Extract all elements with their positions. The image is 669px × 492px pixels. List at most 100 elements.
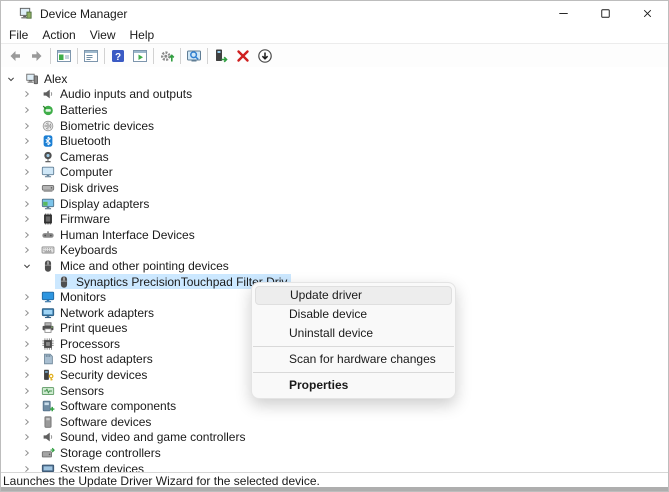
device-search-button[interactable] [183,46,205,66]
cpu-icon [41,337,55,351]
tree-item-audio-inputs-and-outputs[interactable]: Audio inputs and outputs [1,87,668,103]
action-pane-button[interactable] [129,46,151,66]
row-content: Sound, video and game controllers [39,430,249,445]
tree-item-label: Sound, video and game controllers [60,430,245,444]
chevron-collapsed-icon[interactable] [21,166,33,178]
chevron-collapsed-icon[interactable] [21,385,33,397]
action-pane-icon [132,48,148,64]
tree-item-label: Bluetooth [60,134,111,148]
chevron-collapsed-icon[interactable] [21,120,33,132]
menu-file[interactable]: File [2,27,35,43]
tree-item-label: Security devices [60,368,147,382]
scan-for-hardware-changes-button[interactable] [156,46,178,66]
row-content: Processors [39,336,124,351]
tree-item-firmware[interactable]: Firmware [1,211,668,227]
context-menu-scan-for-hardware-changes[interactable]: Scan for hardware changes [255,350,452,369]
context-menu-properties[interactable]: Properties [255,376,452,395]
tree-item-mice-and-other-pointing-devices[interactable]: Mice and other pointing devices [1,258,668,274]
tree-item-software-devices[interactable]: Software devices [1,414,668,430]
context-menu-disable-device[interactable]: Disable device [255,305,452,324]
tree-item-alex[interactable]: Alex [1,71,668,87]
chevron-collapsed-icon[interactable] [21,400,33,412]
chevron-collapsed-icon[interactable] [21,135,33,147]
display-icon [41,197,55,211]
row-content: Firmware [39,212,114,227]
mouse-icon [41,259,55,273]
context-menu-update-driver[interactable]: Update driver [255,286,452,305]
chevron-collapsed-icon[interactable] [21,244,33,256]
back-button[interactable] [4,46,26,66]
chevron-collapsed-icon[interactable] [21,369,33,381]
hid-icon [41,228,55,242]
tree-item-computer[interactable]: Computer [1,165,668,181]
tree-item-disk-drives[interactable]: Disk drives [1,180,668,196]
tree-item-label: Batteries [60,103,107,117]
menu-action[interactable]: Action [35,27,82,43]
chevron-collapsed-icon[interactable] [21,353,33,365]
device-tree: AlexAudio inputs and outputs BatteriesBio… [1,67,668,473]
tree-item-sound-video-and-game-controllers[interactable]: Sound, video and game controllers [1,430,668,446]
toolbar-separator [153,48,154,64]
chevron-collapsed-icon[interactable] [21,447,33,459]
chevron-collapsed-icon[interactable] [21,322,33,334]
row-content: Bluetooth [39,134,115,149]
row-content: SD host adapters [39,352,157,367]
tree-item-label: Software devices [60,415,151,429]
chevron-expanded-icon[interactable] [21,260,33,272]
tree-item-software-components[interactable]: Software components [1,398,668,414]
disable-device-button[interactable] [254,46,276,66]
chevron-collapsed-icon[interactable] [21,229,33,241]
forward-button[interactable] [26,46,48,66]
chevron-collapsed-icon[interactable] [21,213,33,225]
chevron-collapsed-icon[interactable] [21,431,33,443]
chevron-collapsed-icon[interactable] [21,182,33,194]
tree-item-human-interface-devices[interactable]: Human Interface Devices [1,227,668,243]
row-content: Computer [39,165,117,180]
row-content: Alex [23,71,71,86]
context-menu-separator [253,372,454,373]
maximize-button[interactable] [584,1,626,26]
tree-item-storage-controllers[interactable]: Storage controllers [1,445,668,461]
properties-button[interactable] [80,46,102,66]
tree-item-label: Audio inputs and outputs [60,87,192,101]
chevron-collapsed-icon[interactable] [21,307,33,319]
tree-item-label: Sensors [60,384,104,398]
tree-item-label: Display adapters [60,197,149,211]
tree-item-label: Mice and other pointing devices [60,259,229,273]
chevron-collapsed-icon[interactable] [21,104,33,116]
chevron-collapsed-icon[interactable] [21,198,33,210]
tree-item-bluetooth[interactable]: Bluetooth [1,133,668,149]
window-bottom-edge [1,487,668,491]
close-button[interactable] [626,1,668,26]
uninstall-device-button[interactable] [232,46,254,66]
bluetooth-icon [41,134,55,148]
menu-help[interactable]: Help [123,27,162,43]
tree-item-keyboards[interactable]: Keyboards [1,243,668,259]
tree-item-cameras[interactable]: Cameras [1,149,668,165]
update-driver-button[interactable] [210,46,232,66]
tree-item-batteries[interactable]: Batteries [1,102,668,118]
help-button[interactable]: ? [107,46,129,66]
chevron-collapsed-icon[interactable] [21,88,33,100]
minimize-button[interactable] [542,1,584,26]
row-content: Network adapters [39,305,158,320]
chevron-collapsed-icon[interactable] [21,416,33,428]
network-icon [41,306,55,320]
tree-item-display-adapters[interactable]: Display adapters [1,196,668,212]
chevron-collapsed-icon[interactable] [21,151,33,163]
sound-icon [41,430,55,444]
chevron-collapsed-icon[interactable] [21,338,33,350]
window-title: Device Manager [40,7,127,21]
row-content: Batteries [39,102,111,117]
device-manager-icon [18,6,33,21]
tree-item-biometric-devices[interactable]: Biometric devices [1,118,668,134]
arrow-left-icon [7,48,23,64]
chevron-expanded-icon[interactable] [5,73,17,85]
context-menu-uninstall-device[interactable]: Uninstall device [255,324,452,343]
toolbar-separator [77,48,78,64]
chevron-collapsed-icon[interactable] [21,291,33,303]
firmware-icon [41,212,55,226]
menu-view[interactable]: View [83,27,123,43]
show-console-tree-button[interactable] [53,46,75,66]
toolbar-separator [180,48,181,64]
